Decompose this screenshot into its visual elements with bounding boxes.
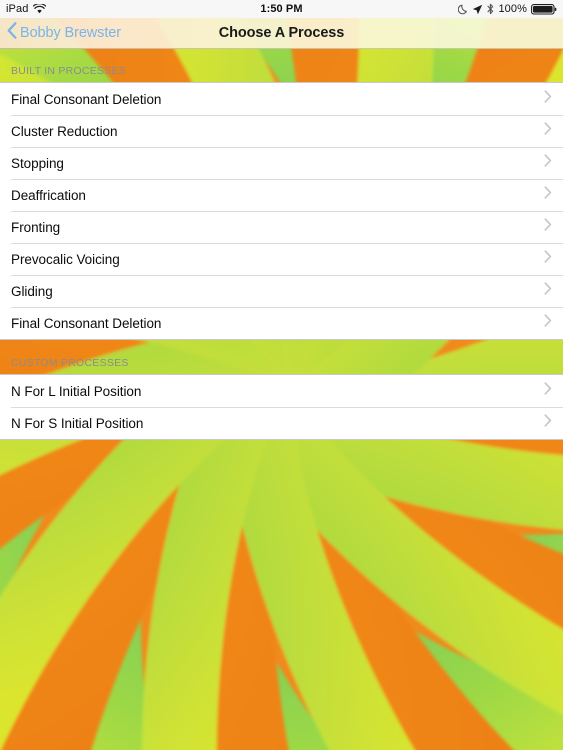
- list-item[interactable]: Stopping: [0, 147, 563, 179]
- list-item-label: Final Consonant Deletion: [11, 315, 162, 331]
- process-list-table[interactable]: BUILT IN PROCESSES Final Consonant Delet…: [0, 48, 563, 750]
- chevron-right-icon: [544, 122, 552, 140]
- status-bar-left: iPad: [0, 3, 47, 15]
- list-item[interactable]: Cluster Reduction: [0, 115, 563, 147]
- list-item-label: Fronting: [11, 219, 61, 235]
- list-item[interactable]: N For S Initial Position: [0, 407, 563, 439]
- chevron-right-icon: [544, 90, 552, 108]
- status-bar-right: 100%: [458, 0, 557, 18]
- list-item[interactable]: Gliding: [0, 275, 563, 307]
- chevron-right-icon: [544, 154, 552, 172]
- list-item[interactable]: Deaffrication: [0, 179, 563, 211]
- list-item-label: Deaffrication: [11, 187, 86, 203]
- section-header-custom: CUSTOM PROCESSES: [11, 357, 129, 369]
- chevron-right-icon: [544, 314, 552, 332]
- section-header-built-in: BUILT IN PROCESSES: [11, 65, 126, 77]
- do-not-disturb-moon-icon: [458, 4, 468, 15]
- chevron-right-icon: [544, 282, 552, 300]
- chevron-right-icon: [544, 414, 552, 432]
- section-body-custom: N For L Initial Position N For S Initial…: [0, 374, 563, 440]
- battery-full-icon: [531, 3, 557, 15]
- list-item[interactable]: Final Consonant Deletion: [0, 83, 563, 115]
- chevron-right-icon: [544, 250, 552, 268]
- back-button[interactable]: Bobby Brewster: [0, 22, 121, 44]
- list-item[interactable]: Final Consonant Deletion: [0, 307, 563, 339]
- ipad-screen: iPad 1:50 PM 100% Bobby Brewster Choose …: [0, 0, 563, 750]
- battery-percent-label: 100%: [498, 3, 527, 15]
- list-item[interactable]: Prevocalic Voicing: [0, 243, 563, 275]
- list-item-label: Cluster Reduction: [11, 123, 118, 139]
- list-item-label: Gliding: [11, 283, 53, 299]
- list-item[interactable]: Fronting: [0, 211, 563, 243]
- location-arrow-icon: [472, 4, 483, 15]
- list-item-label: Prevocalic Voicing: [11, 251, 120, 267]
- back-button-label: Bobby Brewster: [20, 25, 121, 41]
- chevron-right-icon: [544, 218, 552, 236]
- wifi-icon: [33, 4, 47, 14]
- chevron-right-icon: [544, 382, 552, 400]
- bluetooth-icon: [487, 3, 494, 15]
- chevron-right-icon: [544, 186, 552, 204]
- status-bar: iPad 1:50 PM 100%: [0, 0, 563, 18]
- list-item-label: N For L Initial Position: [11, 383, 142, 399]
- list-item[interactable]: N For L Initial Position: [0, 375, 563, 407]
- chevron-left-icon: [7, 22, 17, 44]
- list-item-label: N For S Initial Position: [11, 415, 144, 431]
- list-item-label: Final Consonant Deletion: [11, 91, 162, 107]
- navigation-bar: Bobby Brewster Choose A Process: [0, 18, 563, 49]
- carrier-label: iPad: [6, 3, 29, 15]
- list-item-label: Stopping: [11, 155, 64, 171]
- section-body-built-in: Final Consonant Deletion Cluster Reducti…: [0, 82, 563, 340]
